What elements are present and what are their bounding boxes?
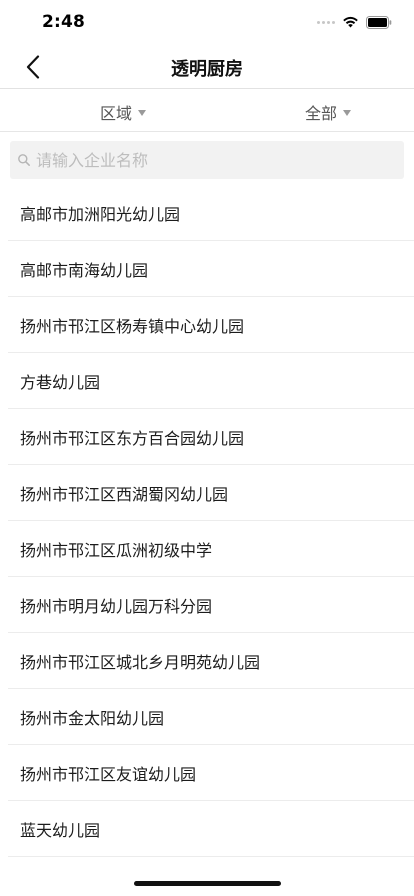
search-box[interactable] (10, 141, 404, 179)
wifi-icon (342, 16, 359, 28)
list-item[interactable]: 扬州市明月幼儿园万科分园 (8, 577, 414, 633)
page-title: 透明厨房 (171, 59, 243, 80)
home-indicator (134, 881, 281, 886)
list-item-label: 蓝天幼儿园 (20, 820, 101, 840)
list-item-label: 扬州市明月幼儿园万科分园 (20, 596, 213, 616)
status-time: 2:48 (42, 12, 86, 32)
list-item[interactable]: 高邮市加洲阳光幼儿园 (8, 185, 414, 241)
list-item-label: 高邮市加洲阳光幼儿园 (20, 204, 181, 224)
list-item-label: 扬州市邗江区友谊幼儿园 (20, 764, 197, 784)
status-bar: 2:48 (0, 0, 414, 44)
list-item-label: 扬州市邗江区瓜洲初级中学 (20, 540, 213, 560)
caret-down-icon (138, 109, 147, 116)
list-item[interactable]: 扬州市邗江区东方百合园幼儿园 (8, 409, 414, 465)
list-item[interactable]: 扬州市邗江区瓜洲初级中学 (8, 521, 414, 577)
status-icons (317, 15, 392, 29)
screen: 2:48 透明厨房 区域 全部 请输入企业名称 高邮市加洲阳光幼儿园 高邮市南海… (0, 0, 414, 896)
list-item[interactable]: 扬州市邗江区友谊幼儿园 (8, 745, 414, 801)
list-item-label: 扬州市金太阳幼儿园 (20, 708, 165, 728)
list-item-label: 方巷幼儿园 (20, 372, 101, 392)
list-item[interactable]: 扬州市邗江区城北乡月明苑幼儿园 (8, 633, 414, 689)
organization-list: 高邮市加洲阳光幼儿园 高邮市南海幼儿园扬州市邗江区杨寿镇中心幼儿园 方巷幼儿园扬州市… (0, 185, 414, 857)
all-filter-label: 全部 (305, 104, 338, 123)
search-input[interactable] (36, 141, 404, 179)
cellular-signal-icon (317, 20, 335, 24)
battery-icon (366, 15, 392, 29)
list-item-label: 扬州市邗江区城北乡月明苑幼儿园 (20, 652, 261, 672)
list-item-label: 高邮市南海幼儿园 (20, 260, 149, 280)
list-item[interactable]: 蓝天幼儿园 (8, 801, 414, 857)
list-item[interactable]: 方巷幼儿园 (8, 353, 414, 409)
list-item[interactable]: 扬州市邗江区西湖蜀冈幼儿园 (8, 465, 414, 521)
all-filter-dropdown[interactable]: 全部 (305, 100, 352, 124)
region-filter-dropdown[interactable]: 区域 (100, 100, 147, 124)
list-item-label: 扬州市邗江区杨寿镇中心幼儿园 (20, 316, 245, 336)
list-item-label: 扬州市邗江区东方百合园幼儿园 (20, 428, 245, 448)
region-filter-label: 区域 (100, 104, 133, 123)
list-item[interactable]: 高邮市南海幼儿园 (8, 241, 414, 297)
caret-down-icon (343, 109, 352, 116)
list-item-label: 扬州市邗江区西湖蜀冈幼儿园 (20, 484, 229, 504)
list-item[interactable]: 扬州市金太阳幼儿园 (8, 689, 414, 745)
search-icon (18, 154, 30, 166)
filter-bar: 区域 全部 (0, 89, 414, 132)
nav-bar: 透明厨房 (0, 44, 414, 89)
list-item[interactable]: 扬州市邗江区杨寿镇中心幼儿园 (8, 297, 414, 353)
